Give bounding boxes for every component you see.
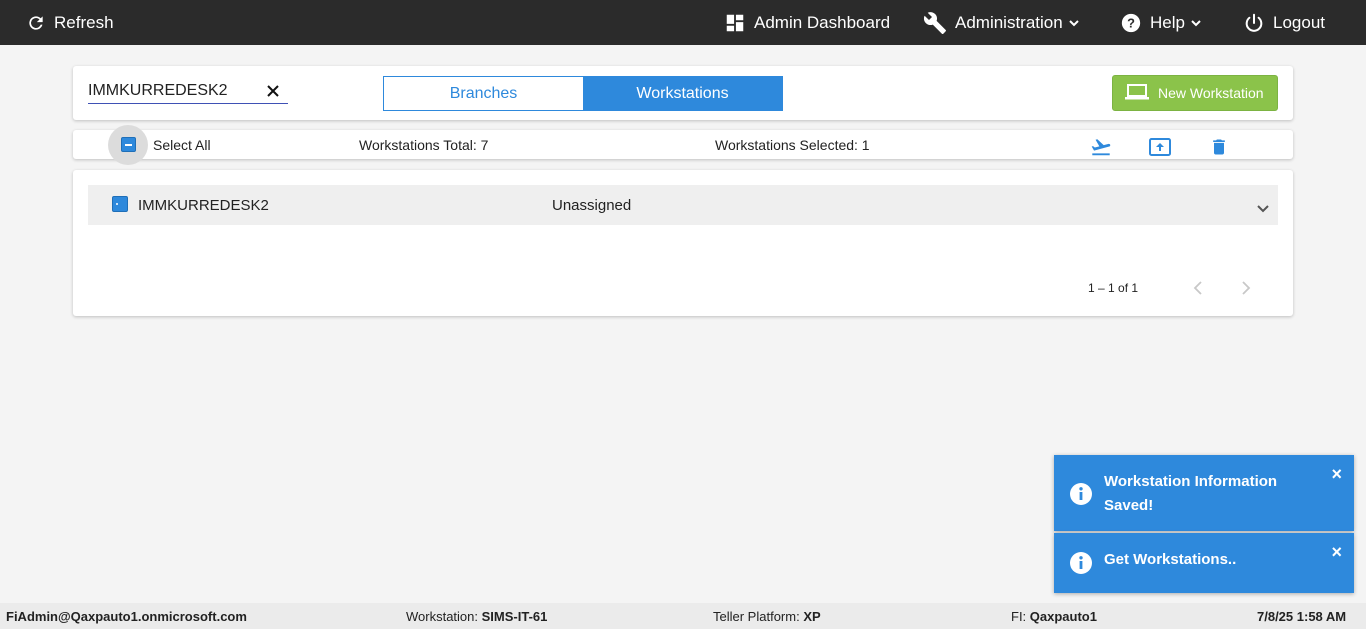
toast-close-button[interactable]: × [1331, 465, 1342, 483]
power-icon [1243, 12, 1265, 34]
upload-icon[interactable] [1148, 136, 1172, 163]
info-icon [1069, 551, 1093, 580]
toast-notification: Workstation Information Saved! × [1054, 455, 1354, 531]
workstation-status: Unassigned [552, 197, 632, 214]
help-label: Help [1150, 12, 1185, 32]
expand-chevron-icon[interactable] [1256, 201, 1270, 219]
departure-icon[interactable] [1089, 136, 1113, 163]
pager-range: 1 – 1 of 1 [1088, 281, 1139, 295]
tab-workstations[interactable]: Workstations [583, 77, 782, 110]
info-icon [1069, 482, 1093, 511]
status-bar: FiAdmin@Qaxpauto1.onmicrosoft.com Workst… [0, 603, 1366, 629]
workstations-selected: Workstations Selected: 1 [715, 137, 870, 153]
search-field [88, 80, 288, 104]
chevron-down-icon [1068, 17, 1080, 29]
administration-menu[interactable]: Administration [923, 0, 1080, 45]
status-fi: FI: Qaxpauto1 [1011, 609, 1097, 624]
table-row[interactable]: IMMKURREDESK2 Unassigned [88, 185, 1278, 225]
top-navigation-bar: Refresh Admin Dashboard Administration ?… [0, 0, 1366, 45]
clear-search-icon[interactable] [266, 84, 280, 98]
toast-message: Workstation Information Saved! [1104, 473, 1278, 514]
logout-label: Logout [1273, 12, 1325, 32]
chevron-down-icon [1190, 17, 1202, 29]
toast-close-button[interactable]: × [1331, 543, 1342, 561]
status-teller-platform: Teller Platform: XP [713, 609, 821, 624]
laptop-icon [1125, 83, 1149, 104]
workstation-name: IMMKURREDESK2 [138, 197, 269, 214]
admin-dashboard-label: Admin Dashboard [754, 12, 891, 32]
svg-text:?: ? [1127, 15, 1135, 30]
new-workstation-label: New Workstation [1158, 85, 1264, 101]
indeterminate-mark [125, 144, 132, 146]
row-checkbox[interactable] [112, 196, 128, 212]
trash-icon[interactable] [1209, 136, 1229, 163]
refresh-label: Refresh [54, 12, 114, 32]
status-user: FiAdmin@Qaxpauto1.onmicrosoft.com [6, 609, 247, 624]
search-input[interactable] [88, 80, 258, 102]
logout-button[interactable]: Logout [1243, 0, 1325, 45]
refresh-button[interactable]: Refresh [26, 0, 114, 45]
view-tabs: Branches Workstations [383, 76, 783, 111]
wrench-icon [923, 11, 947, 35]
new-workstation-button[interactable]: New Workstation [1112, 75, 1278, 111]
select-all-checkbox[interactable] [121, 137, 136, 152]
next-page-icon[interactable] [1239, 280, 1253, 296]
status-datetime: 7/8/25 1:58 AM [1257, 609, 1347, 624]
workstations-total: Workstations Total: 7 [359, 137, 489, 153]
tab-branches[interactable]: Branches [384, 77, 583, 110]
help-menu[interactable]: ? Help [1120, 0, 1202, 45]
refresh-icon [26, 13, 46, 33]
previous-page-icon[interactable] [1191, 280, 1205, 296]
select-all-label: Select All [153, 137, 211, 153]
toast-notification: Get Workstations.. × [1054, 533, 1354, 593]
toast-message: Get Workstations.. [1104, 551, 1237, 568]
help-icon: ? [1120, 12, 1142, 34]
dashboard-icon [724, 12, 746, 34]
status-workstation: Workstation: SIMS-IT-61 [406, 609, 548, 624]
administration-label: Administration [955, 12, 1063, 32]
admin-dashboard-button[interactable]: Admin Dashboard [724, 0, 890, 45]
checkbox-mark [116, 203, 118, 205]
